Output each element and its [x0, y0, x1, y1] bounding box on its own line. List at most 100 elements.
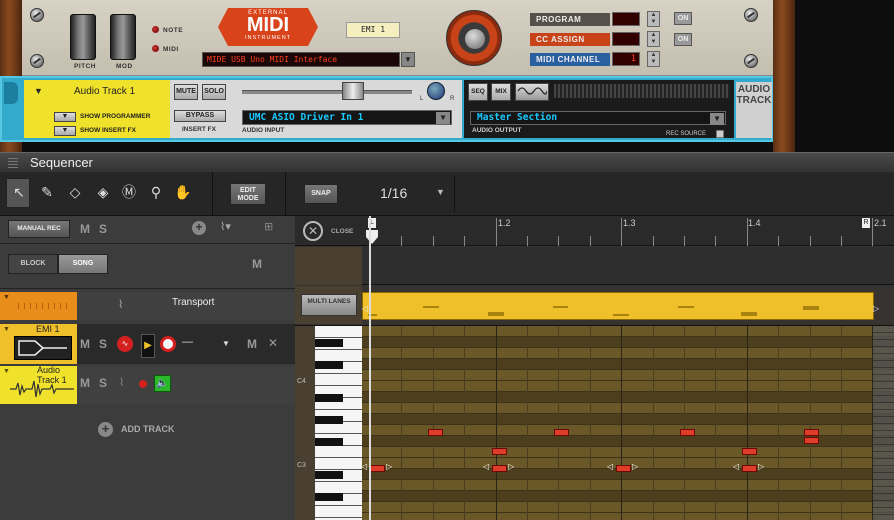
note-handle[interactable]: ◁: [483, 462, 489, 471]
midi-interface-dropdown-button[interactable]: ▼: [401, 52, 415, 67]
close-lane-icon[interactable]: ✕: [268, 336, 278, 350]
note-handle[interactable]: ▷: [758, 462, 764, 471]
black-key[interactable]: [315, 394, 343, 402]
midi-note[interactable]: [492, 448, 507, 455]
show-insert-fx-toggle[interactable]: ▼: [54, 126, 76, 136]
add-track-icon[interactable]: +: [98, 422, 113, 437]
track-row-audio[interactable]: ▼ Audio Track 1 M S ⌇ 🔈: [0, 365, 295, 404]
eraser-tool-icon[interactable]: ◇: [64, 180, 86, 204]
track-row-transport[interactable]: ▼ ⌇ Transport: [0, 292, 295, 320]
note-handle[interactable]: ▷: [508, 462, 514, 471]
mute-button[interactable]: MUTE: [174, 84, 198, 100]
cc-assign-spinner[interactable]: ▲ ▼: [647, 31, 660, 47]
add-icon[interactable]: +: [192, 221, 206, 235]
hand-tool-icon[interactable]: ✋: [172, 180, 194, 204]
automation-icon[interactable]: ⌇: [118, 298, 123, 311]
black-key[interactable]: [315, 339, 343, 347]
midi-clip[interactable]: [362, 292, 874, 320]
cc-assign-on-button[interactable]: ON: [674, 33, 692, 46]
mute-tool-icon[interactable]: Ⓜ: [118, 180, 140, 204]
audio-solo[interactable]: S: [99, 376, 107, 390]
midi-channel-spinner[interactable]: ▲ ▼: [647, 51, 660, 67]
snap-button[interactable]: SNAP: [304, 184, 338, 204]
program-knob[interactable]: [446, 10, 502, 66]
black-key[interactable]: [315, 361, 343, 369]
vertical-scrollbar[interactable]: [873, 326, 894, 520]
select-tool-icon[interactable]: ↖: [8, 180, 30, 204]
timeline-ruler[interactable]: ✕ CLOSE: [295, 216, 894, 246]
audio-input-dropdown[interactable]: UMC ASIO Driver In 1 ▼: [242, 110, 452, 125]
midi-note[interactable]: [370, 465, 385, 472]
midi-note[interactable]: [804, 429, 819, 436]
clip-right-handle[interactable]: ▷: [873, 304, 879, 313]
note-handle[interactable]: ▷: [632, 462, 638, 471]
transport-lane[interactable]: [362, 247, 894, 285]
play-arrow-icon[interactable]: ▶: [141, 334, 155, 358]
midi-note[interactable]: [742, 448, 757, 455]
mix-button[interactable]: MIX: [491, 83, 511, 101]
waveform-button[interactable]: [515, 83, 549, 101]
loop-right-marker[interactable]: R: [862, 218, 870, 228]
seq-button[interactable]: SEQ: [468, 83, 488, 101]
midi-note[interactable]: [616, 465, 631, 472]
emi-solo[interactable]: S: [99, 337, 107, 351]
audio-output-dropdown[interactable]: Master Section ▼: [470, 111, 726, 125]
midi-note[interactable]: [554, 429, 569, 436]
black-key[interactable]: [315, 493, 343, 501]
automation-icon[interactable]: ⌇: [119, 376, 124, 389]
sequencer-title-bar[interactable]: Sequencer: [0, 152, 894, 172]
midi-note[interactable]: [492, 465, 507, 472]
collapse-icon[interactable]: ▼: [34, 86, 43, 96]
note-grid[interactable]: ◁ ▷ ◁ ▷ ◁ ▷ ◁ ▷: [362, 326, 894, 520]
black-key[interactable]: [315, 471, 343, 479]
note-handle[interactable]: ◁: [733, 462, 739, 471]
solo-button[interactable]: SOLO: [202, 84, 226, 100]
rec-source-checkbox[interactable]: [716, 130, 724, 138]
record-enable-button[interactable]: [160, 336, 176, 352]
midi-note[interactable]: [804, 437, 819, 444]
black-key[interactable]: [315, 416, 343, 424]
mod-wheel[interactable]: [110, 14, 136, 60]
midi-note[interactable]: [742, 465, 757, 472]
magnify-tool-icon[interactable]: ⚲: [145, 180, 167, 204]
clip-left-handle[interactable]: ◁: [362, 304, 368, 313]
piano-keyboard[interactable]: [315, 326, 362, 520]
pitch-wheel[interactable]: [70, 14, 96, 60]
note-handle[interactable]: ◁: [607, 462, 613, 471]
midi-note[interactable]: [680, 429, 695, 436]
snap-value[interactable]: 1/16: [380, 185, 407, 201]
fold-tab[interactable]: [4, 82, 18, 104]
show-programmer-toggle[interactable]: ▼: [54, 112, 76, 122]
note-handle[interactable]: ◁: [362, 462, 367, 471]
global-mute[interactable]: M: [80, 222, 90, 236]
emi-lane-mute[interactable]: M: [247, 337, 257, 351]
snap-dropdown-icon[interactable]: ▼: [436, 187, 445, 197]
monitor-speaker-icon[interactable]: 🔈: [154, 375, 171, 392]
block-mode-button[interactable]: BLOCK: [8, 254, 58, 274]
edit-mode-button[interactable]: EDIT MODE: [230, 183, 266, 205]
bypass-button[interactable]: BYPASS: [174, 110, 226, 122]
pan-knob[interactable]: [427, 82, 445, 100]
record-enable-button[interactable]: [139, 380, 147, 388]
close-icon[interactable]: ✕: [303, 221, 323, 241]
song-mode-button[interactable]: SONG: [58, 254, 108, 274]
audio-mute[interactable]: M: [80, 376, 90, 390]
razor-tool-icon[interactable]: ◈: [92, 180, 114, 204]
grid-icon[interactable]: ⊞: [264, 220, 273, 233]
emi-dropdown-icon[interactable]: ▼: [222, 339, 230, 348]
song-mute[interactable]: M: [252, 257, 262, 271]
midi-note[interactable]: [428, 429, 443, 436]
manual-rec-button[interactable]: MANUAL REC: [8, 220, 70, 238]
emi-mute[interactable]: M: [80, 337, 90, 351]
level-slider-handle[interactable]: [342, 82, 364, 100]
multi-lanes-button[interactable]: MULTI LANES: [301, 294, 357, 316]
track-row-emi[interactable]: ▼ EMI 1 M S ∿ ▶ — ▼ M ✕: [0, 324, 295, 364]
program-on-button[interactable]: ON: [674, 12, 692, 25]
program-spinner[interactable]: ▲ ▼: [647, 11, 660, 27]
device-name-tape[interactable]: EMI 1: [346, 22, 400, 38]
add-track-label[interactable]: ADD TRACK: [121, 424, 175, 434]
pencil-tool-icon[interactable]: ✎: [36, 180, 58, 204]
track-name[interactable]: Audio Track 1: [74, 86, 135, 97]
curve-icon[interactable]: ⌇▾: [220, 220, 231, 233]
black-key[interactable]: [315, 438, 343, 446]
